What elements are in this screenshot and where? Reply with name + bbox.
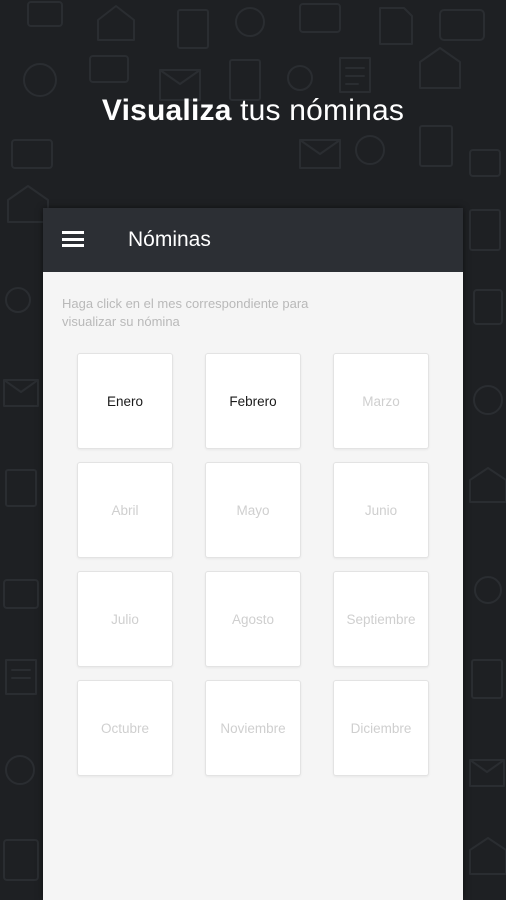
month-button-julio[interactable]: Julio xyxy=(77,571,173,667)
month-button-mayo[interactable]: Mayo xyxy=(205,462,301,558)
instructions-text: Haga click en el mes correspondiente par… xyxy=(62,296,309,329)
month-grid: Enero Febrero Marzo Abril Mayo Junio Jul… xyxy=(77,353,429,776)
month-button-enero[interactable]: Enero xyxy=(77,353,173,449)
month-button-marzo[interactable]: Marzo xyxy=(333,353,429,449)
promo-headline-bold: Visualiza xyxy=(101,94,232,127)
month-button-noviembre[interactable]: Noviembre xyxy=(205,680,301,776)
page-title: Nóminas xyxy=(128,228,211,251)
month-button-septiembre[interactable]: Septiembre xyxy=(333,571,429,667)
month-button-abril[interactable]: Abril xyxy=(77,462,173,558)
month-button-febrero[interactable]: Febrero xyxy=(205,353,301,449)
month-button-diciembre[interactable]: Diciembre xyxy=(333,680,429,776)
promo-headline-rest: tus nóminas xyxy=(231,94,405,127)
app-bar: Nóminas xyxy=(43,208,463,272)
promo-headline: Visualiza tus nóminas xyxy=(0,94,506,128)
hamburger-menu-icon[interactable] xyxy=(62,231,84,247)
month-button-octubre[interactable]: Octubre xyxy=(77,680,173,776)
month-button-junio[interactable]: Junio xyxy=(333,462,429,558)
app-screen: Nóminas Haga click en el mes correspondi… xyxy=(43,208,463,900)
month-button-agosto[interactable]: Agosto xyxy=(205,571,301,667)
